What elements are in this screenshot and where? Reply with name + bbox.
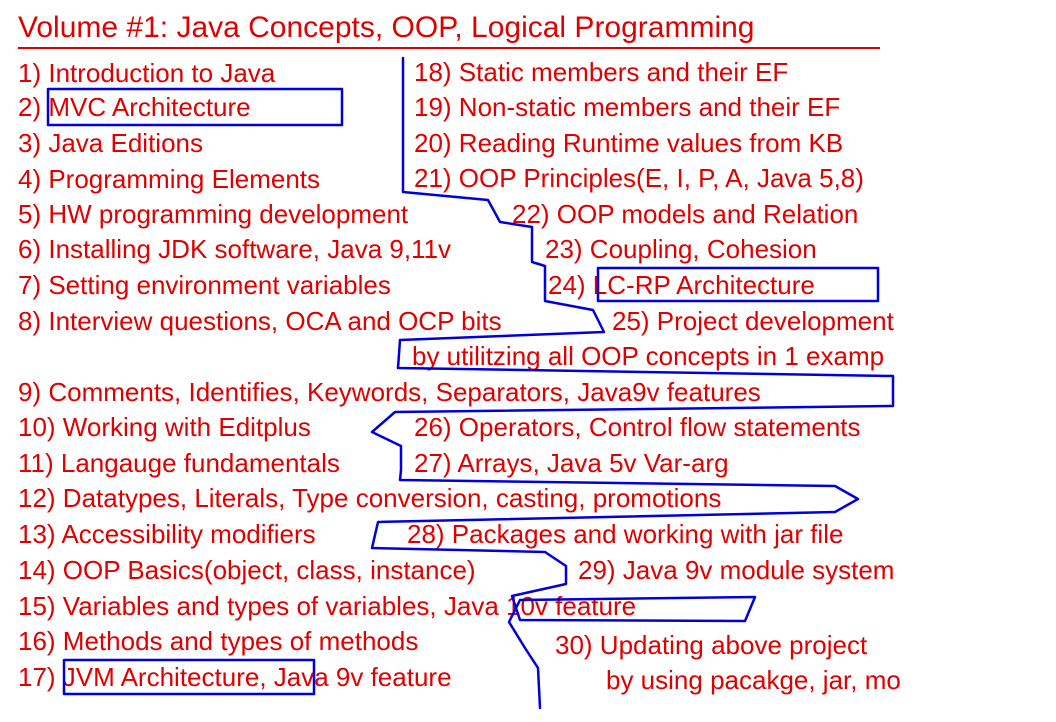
topic-25-continued: by utilitzing all OOP concepts in 1 exam… [412, 341, 885, 371]
topic-22: 22) OOP models and Relation [512, 199, 859, 229]
topic-2: 2) MVC Architecture [18, 92, 251, 122]
topic-18: 18) Static members and their EF [414, 57, 789, 87]
topic-5: 5) HW programming development [18, 199, 409, 229]
topic-1: 1) Introduction to Java [18, 58, 276, 88]
topic-30-continued: by using pacakge, jar, mo [606, 665, 901, 695]
topic-7: 7) Setting environment variables [18, 270, 391, 300]
notes-page: Volume #1: Java Concepts, OOP, Logical P… [0, 0, 1056, 722]
topic-8: 8) Interview questions, OCA and OCP bits [18, 306, 502, 336]
topic-23: 23) Coupling, Cohesion [545, 234, 817, 264]
topic-10: 10) Working with Editplus [18, 412, 311, 442]
topic-30: 30) Updating above project [555, 630, 868, 660]
topic-6: 6) Installing JDK software, Java 9,11v [18, 234, 452, 264]
topic-12: 12) Datatypes, Literals, Type conversion… [18, 483, 722, 513]
topic-15: 15) Variables and types of variables, Ja… [18, 591, 637, 621]
topic-13: 13) Accessibility modifiers [18, 519, 316, 549]
topic-19: 19) Non-static members and their EF [414, 92, 841, 122]
topic-11: 11) Langauge fundamentals [18, 448, 340, 478]
topic-16: 16) Methods and types of methods [18, 626, 419, 656]
topic-29: 29) Java 9v module system [578, 555, 895, 585]
page-title: Volume #1: Java Concepts, OOP, Logical P… [18, 11, 755, 44]
topic-4: 4) Programming Elements [18, 164, 320, 194]
topic-17: 17) JVM Architecture, Java 9v feature [18, 662, 452, 692]
topic-9: 9) Comments, Identifies, Keywords, Separ… [18, 377, 761, 407]
topic-3: 3) Java Editions [18, 128, 203, 158]
topic-20: 20) Reading Runtime values from KB [414, 128, 844, 158]
topic-26: 26) Operators, Control flow statements [414, 412, 861, 442]
topic-14: 14) OOP Basics(object, class, instance) [18, 555, 476, 585]
topic-28: 28) Packages and working with jar file [407, 519, 844, 549]
topic-27: 27) Arrays, Java 5v Var-arg [414, 448, 729, 478]
topic-21: 21) OOP Principles(E, I, P, A, Java 5,8) [414, 163, 864, 193]
topic-25: 25) Project development [612, 306, 894, 336]
title-underline [18, 47, 880, 49]
topic-24: 24) LC-RP Architecture [548, 270, 815, 300]
